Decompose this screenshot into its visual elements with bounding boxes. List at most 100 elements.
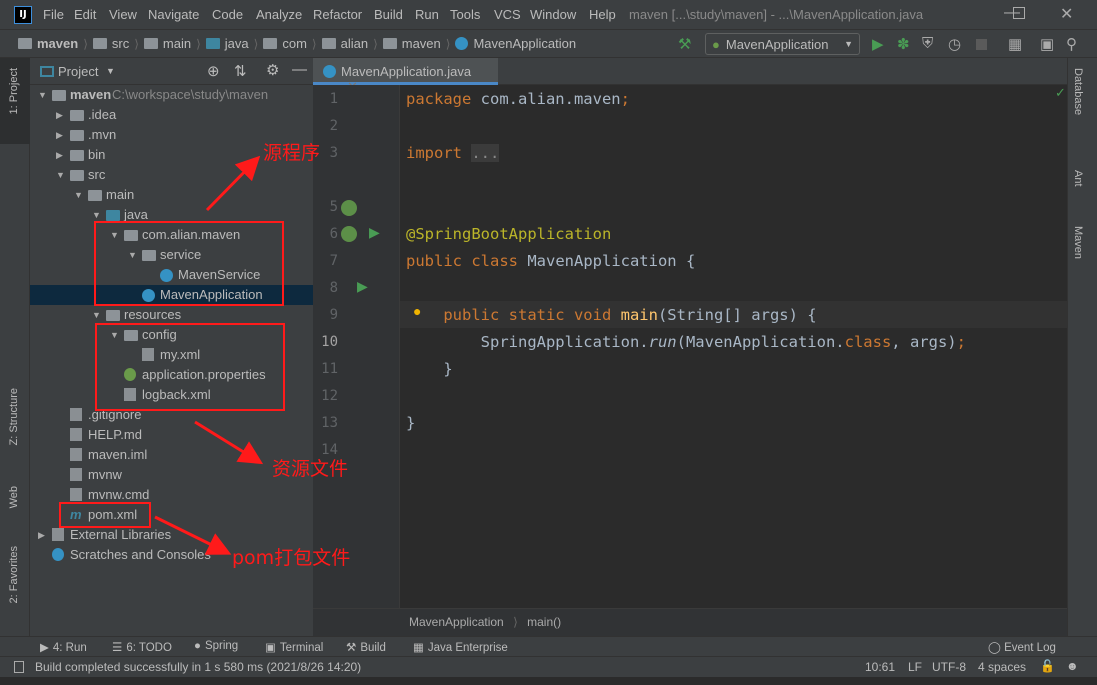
menu-vcs[interactable]: VCS [494,7,521,22]
collapsed-arrow-icon[interactable]: ▶ [38,525,45,545]
code-line[interactable]: package com.alian.maven; [406,86,630,113]
code-line[interactable]: public static void main(String[] args) { [406,302,816,329]
expanded-arrow-icon[interactable]: ▼ [38,85,47,105]
tree-item[interactable]: ▼ java [30,205,313,225]
structure-tool-button[interactable]: Z: Structure [8,388,20,445]
tree-item[interactable]: ▼ maven C:\workspace\study\maven [30,85,313,105]
tree-item[interactable]: MavenService [30,265,313,285]
web-tool-button[interactable]: Web [8,486,20,508]
menu-run[interactable]: Run [415,7,439,22]
collapsed-arrow-icon[interactable]: ▶ [56,125,63,145]
expanded-arrow-icon[interactable]: ▼ [74,185,83,205]
collapsed-arrow-icon[interactable]: ▶ [56,145,63,165]
tree-item[interactable]: ▶ External Libraries [30,525,313,545]
collapsed-arrow-icon[interactable]: ▶ [56,105,63,125]
menu-view[interactable]: View [109,7,137,22]
close-button[interactable]: ✕ [1060,4,1073,24]
breadcrumb-item[interactable]: alian [321,36,368,51]
tree-item[interactable]: HELP.md [30,425,313,445]
tab-maven-application[interactable]: MavenApplication.java ✕ [313,58,498,94]
tree-item[interactable]: my.xml [30,345,313,365]
line-separator[interactable]: LF [908,660,922,674]
tool-window-run[interactable]: ▶ 4: Run [40,640,87,654]
breadcrumb-method[interactable]: main() [527,615,561,629]
tool-window-javaenterprise[interactable]: ▦ Java Enterprise [413,640,508,654]
menu-help[interactable]: Help [589,7,616,22]
terminal-window-icon[interactable]: ▣ [1040,35,1054,53]
menu-edit[interactable]: Edit [74,7,96,22]
tool-window-spring[interactable]: ● Spring [194,640,238,652]
tool-window-todo[interactable]: ☰ 6: TODO [112,640,172,654]
expanded-arrow-icon[interactable]: ▼ [92,205,101,225]
project-structure-icon[interactable]: ▦ [1008,35,1022,53]
expanded-arrow-icon[interactable]: ▼ [110,225,119,245]
code-editor[interactable]: 1 2 3 5 6 7 8 9 10 11 12 13 14 ▶ ▶ ● ✓ package com.a… [313,85,1067,608]
code-line[interactable]: } [406,410,415,437]
lock-icon[interactable]: 🔓 [1040,659,1055,673]
tree-item[interactable]: ▼ src [30,165,313,185]
inspector-icon[interactable]: ☻ [1066,659,1079,673]
ant-tool-button[interactable]: Ant [1072,170,1084,187]
breadcrumb-item[interactable]: src [92,36,129,51]
project-tool-button[interactable]: 1: Project [8,68,20,114]
menu-analyze[interactable]: Analyze [256,7,302,22]
expanded-arrow-icon[interactable]: ▼ [92,305,101,325]
tree-item[interactable]: ▼ config [30,325,313,345]
status-toggle-icon[interactable] [14,661,24,673]
caret-position[interactable]: 10:61 [865,660,895,674]
menu-code[interactable]: Code [212,7,243,22]
run-gutter-icon[interactable]: ▶ [369,224,380,241]
menu-build[interactable]: Build [374,7,403,22]
tree-item[interactable]: ▼ resources [30,305,313,325]
code-line[interactable]: import ... [406,140,500,167]
maven-tool-button[interactable]: Maven [1072,226,1084,259]
menu-tools[interactable]: Tools [450,7,480,22]
tree-item[interactable]: ▼ com.alian.maven [30,225,313,245]
code-line[interactable]: } [406,356,452,383]
tree-item[interactable]: ▼ service [30,245,313,265]
gear-icon[interactable]: ⚙ [266,61,279,79]
tree-item[interactable]: application.properties [30,365,313,385]
spring-bean-icon[interactable] [341,200,357,216]
run-main-gutter-icon[interactable]: ▶ [357,278,368,295]
menu-file[interactable]: File [43,7,64,22]
breadcrumb-item[interactable]: com [263,36,307,51]
stop-icon[interactable] [976,39,987,50]
breadcrumb-item[interactable]: maven [382,36,441,51]
debug-icon[interactable]: ✽ [897,35,910,53]
tree-item[interactable]: logback.xml [30,385,313,405]
expanded-arrow-icon[interactable]: ▼ [128,245,137,265]
expanded-arrow-icon[interactable]: ▼ [56,165,65,185]
status-message[interactable]: Build completed successfully in 1 s 580 … [35,660,361,674]
breadcrumb-item[interactable]: MavenApplication [455,36,576,51]
breadcrumb-item[interactable]: java [205,36,249,51]
tool-window-build[interactable]: ⚒ Build [346,640,386,654]
run-configuration-select[interactable]: ● MavenApplication ▼ [705,33,860,55]
menu-navigate[interactable]: Navigate [148,7,199,22]
run-icon[interactable]: ▶ [872,35,884,53]
spring-app-icon[interactable] [341,226,357,242]
search-icon[interactable]: ⚲ [1066,35,1077,53]
database-tool-button[interactable]: Database [1072,68,1084,115]
code-line[interactable]: @SpringBootApplication [406,221,611,248]
event-log-button[interactable]: ◯ Event Log [988,640,1056,654]
breadcrumb-class[interactable]: MavenApplication [409,615,504,629]
expanded-arrow-icon[interactable]: ▼ [110,325,119,345]
tree-item[interactable]: .gitignore [30,405,313,425]
maximize-button[interactable] [1013,7,1025,19]
indent-setting[interactable]: 4 spaces [978,660,1026,674]
collapse-all-icon[interactable]: ⇅ [234,62,247,80]
breadcrumb-item[interactable]: maven [18,36,78,51]
tree-item[interactable]: ▼ main [30,185,313,205]
code-line[interactable]: SpringApplication.run(MavenApplication.c… [406,329,966,356]
tree-item[interactable]: mvnw [30,465,313,485]
chevron-down-icon[interactable]: ▼ [106,66,115,76]
code-line[interactable]: public class MavenApplication { [406,248,695,275]
hide-icon[interactable]: — [292,61,307,78]
tree-item[interactable]: MavenApplication [30,285,313,305]
favorites-tool-button[interactable]: 2: Favorites [8,546,20,603]
project-view-select[interactable]: Project [58,64,98,79]
profile-icon[interactable]: ◷ [948,35,961,53]
menu-window[interactable]: Window [530,7,576,22]
tree-item[interactable]: mvnw.cmd [30,485,313,505]
